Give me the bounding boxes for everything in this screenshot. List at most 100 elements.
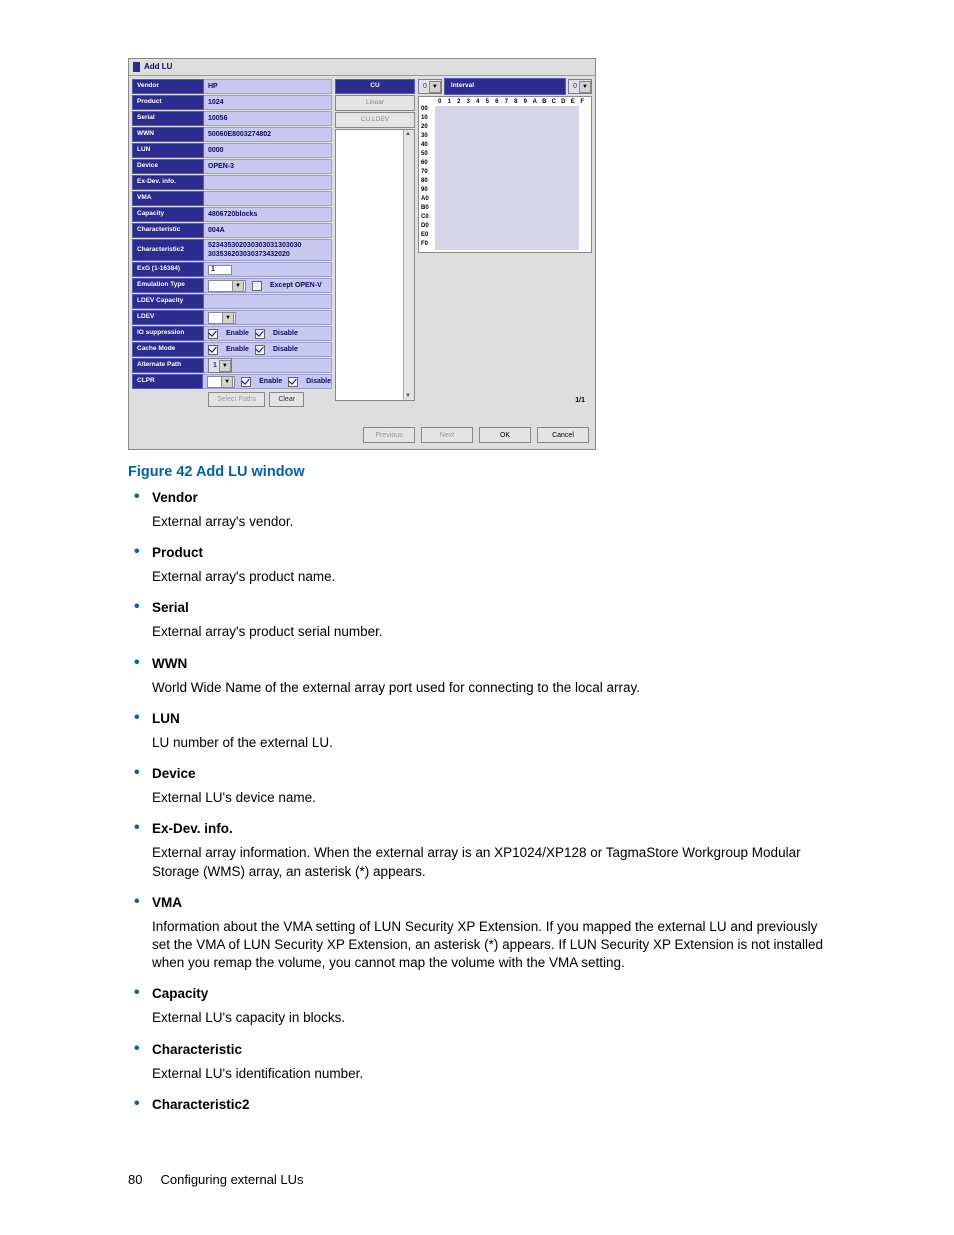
- serial-value: 10056: [204, 111, 332, 126]
- ldev-capacity-label: LDEV Capacity: [132, 294, 204, 309]
- exg-input[interactable]: 1: [208, 265, 232, 275]
- definition-term: Serial: [152, 600, 834, 615]
- definition-item: WWN World Wide Name of the external array…: [128, 656, 834, 697]
- except-openv-checkbox[interactable]: [252, 281, 262, 291]
- page-number: 80: [128, 1172, 142, 1187]
- definition-term: LUN: [152, 711, 834, 726]
- ldev-field: ▼: [204, 310, 332, 325]
- definition-desc: External array's product name.: [152, 568, 834, 586]
- emulation-type-select[interactable]: ▼: [208, 280, 246, 292]
- definition-term: VMA: [152, 895, 834, 910]
- definition-term: Capacity: [152, 986, 834, 1001]
- cache-enable-checkbox[interactable]: [208, 345, 218, 355]
- definition-item: VMA Information about the VMA setting of …: [128, 895, 834, 973]
- definition-list: Vendor External array's vendor. Product Ext…: [128, 490, 834, 1112]
- cache-mode-field: Enable Disable: [204, 342, 332, 357]
- page-footer: 80 Configuring external LUs: [128, 1172, 834, 1187]
- exg-field[interactable]: 1: [204, 262, 332, 277]
- cu-list[interactable]: [335, 129, 415, 401]
- definition-desc: External array's vendor.: [152, 513, 834, 531]
- clear-button[interactable]: Clear: [269, 392, 304, 407]
- grid-top-select[interactable]: 0▼: [418, 79, 442, 94]
- section-title: Configuring external LUs: [160, 1172, 303, 1187]
- definition-desc: Information about the VMA setting of LUN…: [152, 918, 834, 973]
- vma-value: [204, 191, 332, 206]
- ok-button[interactable]: OK: [479, 427, 531, 443]
- dialog-title: Add LU: [129, 59, 595, 76]
- cu-header: CU: [335, 79, 415, 94]
- definition-term: WWN: [152, 656, 834, 671]
- ldev-grid[interactable]: 0123456789ABCDEF 00102030405060708090A0B…: [418, 96, 592, 253]
- emulation-type-label: Emulation Type: [132, 278, 204, 293]
- vendor-value: HP: [204, 79, 332, 94]
- clpr-select[interactable]: ▼: [207, 376, 235, 388]
- lun-value: 0000: [204, 143, 332, 158]
- definition-item: Ex-Dev. info.External array information.…: [128, 821, 834, 880]
- definition-desc: External LU's capacity in blocks.: [152, 1009, 834, 1027]
- io-enable-checkbox[interactable]: [208, 329, 218, 339]
- wwn-label: WWN: [132, 127, 204, 142]
- alternate-path-select[interactable]: 1▼: [208, 358, 232, 373]
- definition-desc: External array's product serial number.: [152, 623, 834, 641]
- definition-desc: External LU's identification number.: [152, 1065, 834, 1083]
- characteristic-label: Characteristic: [132, 223, 204, 238]
- product-value: 1024: [204, 95, 332, 110]
- definition-item: Capacity External LU's capacity in blocks…: [128, 986, 834, 1027]
- definition-term: Product: [152, 545, 834, 560]
- figure-caption: Figure 42 Add LU window: [128, 464, 834, 480]
- definition-term: Device: [152, 766, 834, 781]
- ldev-select[interactable]: ▼: [208, 312, 236, 324]
- io-disable-checkbox[interactable]: [255, 329, 265, 339]
- cu-list-scrollbar[interactable]: [403, 130, 414, 400]
- io-suppression-label: IO suppression: [132, 326, 204, 341]
- definition-desc: External LU's device name.: [152, 789, 834, 807]
- device-label: Device: [132, 159, 204, 174]
- alternate-path-field: 1▼: [204, 358, 332, 373]
- culdev-button[interactable]: CU:LDEV: [335, 112, 415, 128]
- clpr-field: ▼ Enable Disable: [203, 374, 332, 389]
- definition-desc: External array information. When the ext…: [152, 844, 834, 880]
- previous-button[interactable]: Previous: [363, 427, 415, 443]
- exg-label: ExG (1-16384): [132, 262, 204, 277]
- definition-term: Characteristic2: [152, 1097, 834, 1112]
- definition-item: Serial External array's product serial nu…: [128, 600, 834, 641]
- characteristic2-label: Characteristic2: [132, 239, 204, 261]
- interval-label: Interval: [444, 78, 566, 95]
- serial-label: Serial: [132, 111, 204, 126]
- characteristic2-value: 523435302030303031303030 303536203030373…: [204, 239, 332, 261]
- ldev-capacity-value[interactable]: [204, 294, 332, 309]
- clpr-disable-checkbox[interactable]: [288, 377, 298, 387]
- cache-mode-label: Cache Mode: [132, 342, 204, 357]
- definition-item: Device External LU's device name.: [128, 766, 834, 807]
- next-button[interactable]: Next: [421, 427, 473, 443]
- definition-desc: World Wide Name of the external array po…: [152, 679, 834, 697]
- definition-term: Vendor: [152, 490, 834, 505]
- definition-item: Characteristic External LU's identificati…: [128, 1042, 834, 1083]
- select-paths-button[interactable]: Select Paths: [208, 392, 265, 407]
- exdev-value: [204, 175, 332, 190]
- capacity-value: 4806720blocks: [204, 207, 332, 222]
- linear-button[interactable]: Linear: [335, 95, 415, 111]
- definition-item: Vendor External array's vendor.: [128, 490, 834, 531]
- except-openv-label: Except OPEN-V: [270, 282, 322, 289]
- vendor-label: Vendor: [132, 79, 204, 94]
- exdev-label: Ex-Dev. info.: [132, 175, 204, 190]
- emulation-type-field: ▼ Except OPEN-V: [204, 278, 332, 293]
- device-value: OPEN-3: [204, 159, 332, 174]
- clpr-enable-checkbox[interactable]: [241, 377, 251, 387]
- pager: 1/1: [575, 397, 585, 404]
- ldev-label: LDEV: [132, 310, 204, 325]
- dialog-title-text: Add LU: [144, 63, 172, 71]
- cache-disable-checkbox[interactable]: [255, 345, 265, 355]
- product-label: Product: [132, 95, 204, 110]
- wwn-value: 50060E8003274802: [204, 127, 332, 142]
- definition-item: Product External array's product name.: [128, 545, 834, 586]
- alternate-path-label: Alternate Path: [132, 358, 204, 373]
- cancel-button[interactable]: Cancel: [537, 427, 589, 443]
- definition-term: Characteristic: [152, 1042, 834, 1057]
- add-lu-dialog: Add LU VendorHP Product1024 Serial10056 …: [128, 58, 596, 450]
- definition-item: LUNLU number of the external LU.: [128, 711, 834, 752]
- definition-item: Characteristic2: [128, 1097, 834, 1112]
- vma-label: VMA: [132, 191, 204, 206]
- interval-select[interactable]: 0▼: [568, 79, 592, 94]
